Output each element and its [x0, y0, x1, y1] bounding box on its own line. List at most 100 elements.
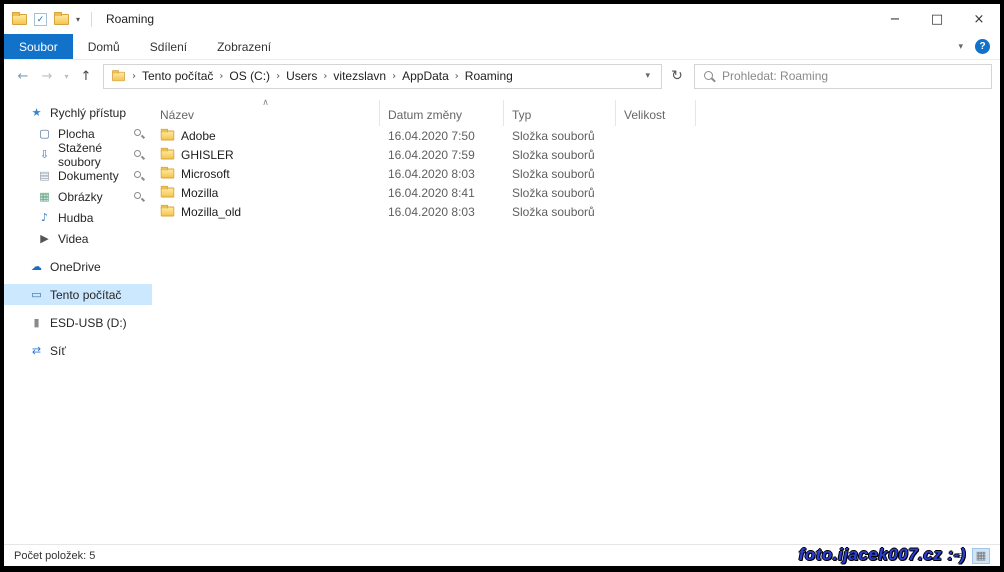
- pin-icon: [134, 171, 143, 180]
- file-date-cell: 16.04.2020 8:41: [380, 186, 504, 200]
- navigation-pane: ★ Rychlý přístup ▢ Plocha ⇩ Stažené soub…: [4, 92, 152, 544]
- folder-icon: [161, 207, 175, 217]
- address-folder-icon: [112, 71, 125, 80]
- breadcrumb-label: AppData: [402, 69, 449, 83]
- sidebar-item-label: OneDrive: [50, 260, 101, 274]
- file-name-cell: GHISLER: [152, 148, 380, 162]
- breadcrumb-item[interactable]: › AppData: [386, 69, 449, 83]
- window-title: Roaming: [106, 12, 154, 26]
- breadcrumb-separator-icon[interactable]: ›: [126, 71, 142, 82]
- sidebar-item-label: Obrázky: [58, 190, 103, 204]
- maximize-button[interactable]: □: [916, 4, 958, 34]
- sidebar-item-icon: ▦: [36, 190, 53, 203]
- breadcrumb-separator-icon[interactable]: ›: [317, 71, 333, 82]
- table-row[interactable]: GHISLER 16.04.2020 7:59 Složka souborů: [152, 145, 1000, 164]
- folder-icon: [161, 131, 175, 141]
- file-rows: Adobe 16.04.2020 7:50 Složka souborů GHI…: [152, 126, 1000, 221]
- tab-soubor[interactable]: Soubor: [4, 34, 73, 59]
- breadcrumb-separator-icon[interactable]: ›: [270, 71, 286, 82]
- ribbon-tabs: Soubor Domů Sdílení Zobrazení ▾ ?: [4, 34, 1000, 60]
- breadcrumb-label: OS (C:): [229, 69, 270, 83]
- file-type-cell: Složka souborů: [504, 205, 616, 219]
- column-header-label: Typ: [512, 108, 531, 122]
- column-headers: ∧ Název Datum změny Typ Velikost: [152, 100, 1000, 126]
- sidebar-item[interactable]: ★ Rychlý přístup: [4, 102, 152, 123]
- sidebar-item-icon: ☁: [28, 260, 45, 273]
- column-header-size[interactable]: Velikost: [616, 100, 696, 126]
- tab-sdileni[interactable]: Sdílení: [135, 34, 202, 59]
- sidebar-item[interactable]: ▶ Videa: [4, 228, 152, 249]
- column-header-label: Datum změny: [388, 108, 462, 122]
- search-input[interactable]: [722, 69, 982, 83]
- file-type-cell: Složka souborů: [504, 167, 616, 181]
- main-area: ★ Rychlý přístup ▢ Plocha ⇩ Stažené soub…: [4, 92, 1000, 544]
- sidebar-item-icon: ▶: [36, 232, 53, 245]
- titlebar: ✓ ▾ Roaming − □ ×: [4, 4, 1000, 34]
- close-button[interactable]: ×: [958, 4, 1000, 34]
- qat-new-folder-icon[interactable]: [54, 14, 69, 25]
- minimize-button[interactable]: −: [874, 4, 916, 34]
- table-row[interactable]: Adobe 16.04.2020 7:50 Složka souborů: [152, 126, 1000, 145]
- file-name: Microsoft: [181, 167, 230, 181]
- sidebar-item[interactable]: ♪ Hudba: [4, 207, 152, 228]
- sidebar-item-icon: ▮: [28, 316, 45, 329]
- up-button[interactable]: ↑: [75, 69, 97, 84]
- sidebar-item[interactable]: ▭ Tento počítač: [4, 284, 152, 305]
- address-dropdown-icon[interactable]: ▾: [636, 71, 659, 81]
- breadcrumb-item[interactable]: › OS (C:): [213, 69, 270, 83]
- breadcrumb-item[interactable]: › Users: [270, 69, 317, 83]
- help-icon[interactable]: ?: [975, 39, 990, 54]
- ribbon-right-controls: ▾ ?: [958, 34, 1000, 59]
- sidebar-item-label: Stažené soubory: [58, 141, 134, 169]
- sidebar-item[interactable]: ☁ OneDrive: [4, 256, 152, 277]
- history-dropdown-icon[interactable]: ▾: [60, 72, 73, 81]
- tab-domu[interactable]: Domů: [73, 34, 135, 59]
- table-row[interactable]: Microsoft 16.04.2020 8:03 Složka souborů: [152, 164, 1000, 183]
- breadcrumb-item[interactable]: › vitezslavn: [317, 69, 386, 83]
- address-bar[interactable]: › Tento počítač › OS (C:) › Users: [103, 64, 662, 89]
- sidebar-item-icon: ★: [28, 106, 45, 119]
- breadcrumb-item[interactable]: › Roaming: [449, 69, 513, 83]
- file-name-cell: Mozilla: [152, 186, 380, 200]
- table-row[interactable]: Mozilla_old 16.04.2020 8:03 Složka soubo…: [152, 202, 1000, 221]
- qat-customize-caret-icon[interactable]: ▾: [76, 15, 80, 24]
- sidebar-item-icon: ⇄: [28, 344, 45, 357]
- sidebar-item-label: Tento počítač: [50, 288, 121, 302]
- breadcrumb-item[interactable]: › Tento počítač: [126, 69, 213, 83]
- watermark: foto.ijacek007.cz :-): [799, 545, 966, 565]
- qat-properties-icon[interactable]: ✓: [34, 13, 47, 26]
- sidebar-item[interactable]: ▮ ESD-USB (D:): [4, 312, 152, 333]
- window-controls: − □ ×: [874, 4, 1000, 34]
- file-name: GHISLER: [181, 148, 234, 162]
- quick-access-toolbar: ✓ ▾ Roaming: [12, 12, 154, 27]
- search-box[interactable]: [694, 64, 992, 89]
- sidebar-item-icon: ▭: [28, 288, 45, 301]
- breadcrumb-separator-icon[interactable]: ›: [386, 71, 402, 82]
- column-header-type[interactable]: Typ: [504, 100, 616, 126]
- file-name: Mozilla_old: [181, 205, 241, 219]
- breadcrumb-separator-icon[interactable]: ›: [449, 71, 465, 82]
- back-button[interactable]: ←: [12, 69, 34, 84]
- sidebar-item-label: Dokumenty: [58, 169, 119, 183]
- refresh-icon[interactable]: ↻: [664, 68, 690, 84]
- file-name-cell: Adobe: [152, 129, 380, 143]
- table-row[interactable]: Mozilla 16.04.2020 8:41 Složka souborů: [152, 183, 1000, 202]
- sidebar-item-icon: ♪: [36, 211, 53, 224]
- folder-icon: [161, 169, 175, 179]
- expand-ribbon-icon[interactable]: ▾: [958, 42, 963, 52]
- tab-zobrazeni[interactable]: Zobrazení: [202, 34, 286, 59]
- breadcrumb-label: vitezslavn: [333, 69, 386, 83]
- sidebar-item[interactable]: ⇄ Síť: [4, 340, 152, 361]
- thumbnails-view-icon[interactable]: ▦: [972, 548, 990, 564]
- sidebar-item-label: ESD-USB (D:): [50, 316, 127, 330]
- file-date-cell: 16.04.2020 8:03: [380, 167, 504, 181]
- breadcrumb-label: Roaming: [465, 69, 513, 83]
- file-date-cell: 16.04.2020 8:03: [380, 205, 504, 219]
- breadcrumb-separator-icon[interactable]: ›: [213, 71, 229, 82]
- sidebar-item[interactable]: ▦ Obrázky: [4, 186, 152, 207]
- forward-button[interactable]: →: [36, 69, 58, 84]
- sidebar-item[interactable]: ⇩ Stažené soubory: [4, 144, 152, 165]
- column-header-name[interactable]: ∧ Název: [152, 100, 380, 126]
- sidebar-item-label: Hudba: [58, 211, 93, 225]
- column-header-date[interactable]: Datum změny: [380, 100, 504, 126]
